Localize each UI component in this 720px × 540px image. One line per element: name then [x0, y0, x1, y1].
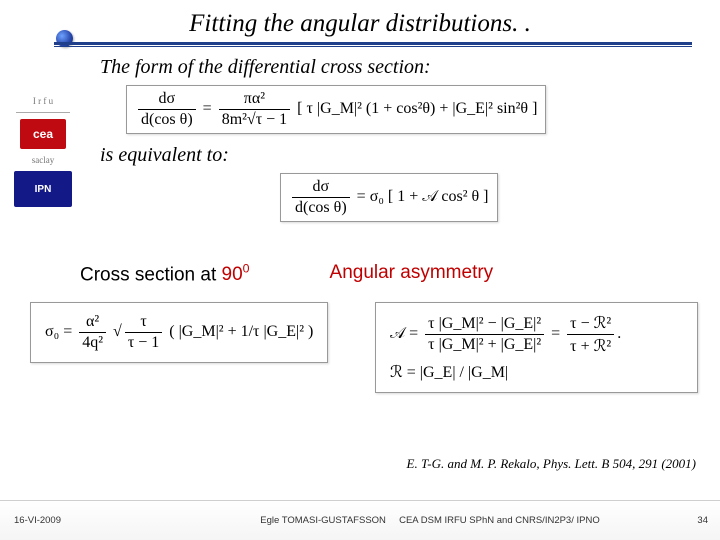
R-rhs: |G_E| / |G_M|: [420, 364, 508, 381]
sigma0-pref-den: 4q²: [79, 332, 106, 352]
sigma0-root-den: τ − 1: [125, 332, 162, 352]
eq1-pref-den: 8m²√τ − 1: [219, 109, 290, 129]
sigma0-paren: ( |G_M|² + 1/τ |G_E|² ): [169, 323, 313, 340]
A-den: τ |G_M|² + |G_E|²: [425, 334, 544, 354]
col-asym: 𝒜 = τ |G_M|² − |G_E|² τ |G_M|² + |G_E|² …: [375, 296, 698, 403]
logo-saclay: saclay: [32, 155, 55, 165]
reference: E. T-G. and M. P. Rekalo, Phys. Lett. B …: [407, 456, 696, 472]
footer-author: Egle TOMASI-GUSTAFSSON: [260, 515, 386, 526]
section-cross-label: Cross section at: [80, 264, 222, 285]
page-title: Fitting the angular distributions. .: [28, 10, 692, 42]
equation-differential-cross-section: dσ d(cos θ) = πα² 8m²√τ − 1 [ τ |G_M|² (…: [126, 85, 546, 134]
A-den2: τ + ℛ²: [567, 334, 614, 356]
logo-cea: cea: [20, 119, 66, 149]
prose-line-2: is equivalent to:: [100, 144, 700, 167]
logo-sep: [16, 112, 70, 113]
eq1-lhs-num: dσ: [138, 90, 196, 109]
eq2-lhs-den: d(cos θ): [292, 197, 350, 217]
footer-page-number: 34: [697, 515, 708, 526]
equation-asymmetry: 𝒜 = τ |G_M|² − |G_E|² τ |G_M|² + |G_E|² …: [375, 302, 698, 393]
eq1-lhs-den: d(cos θ): [138, 109, 196, 129]
eq1-bracket: [ τ |G_M|² (1 + cos²θ) + |G_E|² sin²θ ]: [297, 100, 537, 117]
section-cross: Cross section at 900: [80, 262, 250, 286]
section-cross-sup: 0: [243, 262, 250, 276]
section-headers: Cross section at 900 Angular asymmetry: [80, 262, 696, 286]
logo-ipn: IPN: [14, 171, 72, 207]
main-content: The form of the differential cross secti…: [100, 56, 700, 232]
eq2-sigma0: σ₀: [370, 188, 384, 205]
R-lhs: ℛ =: [390, 364, 416, 381]
logo-column: I r f u cea saclay IPN: [10, 96, 76, 207]
lower-equations: σ₀ = α² 4q² √ τ τ − 1 ( |G_M|² + 1/τ |G_…: [30, 296, 698, 403]
equation-sigma0: σ₀ = α² 4q² √ τ τ − 1 ( |G_M|² + 1/τ |G_…: [30, 302, 328, 363]
A-lhs: 𝒜 =: [390, 325, 418, 342]
section-asym: Angular asymmetry: [330, 262, 494, 286]
equation-simplified: dσ d(cos θ) = σ₀ [ 1 + 𝒜 cos² θ ]: [280, 173, 498, 222]
section-cross-exp: 90: [222, 264, 243, 285]
footer-center: Egle TOMASI-GUSTAFSSON CEA DSM IRFU SPhN…: [200, 515, 660, 526]
sigma0-lhs: σ₀ =: [45, 323, 72, 340]
A-num2: τ − ℛ²: [567, 313, 614, 334]
footer-date: 16-VI-2009: [14, 515, 61, 526]
A-num: τ |G_M|² − |G_E|²: [425, 315, 544, 334]
sigma0-root-num: τ: [125, 313, 162, 332]
prose-line-1: The form of the differential cross secti…: [100, 56, 700, 79]
title-underline: [28, 42, 692, 48]
logo-irfu: I r f u: [33, 96, 53, 106]
sigma0-pref-num: α²: [79, 313, 106, 332]
title-bar: Fitting the angular distributions. .: [0, 0, 720, 48]
eq1-pref-num: πα²: [219, 90, 290, 109]
footer: 16-VI-2009 Egle TOMASI-GUSTAFSSON CEA DS…: [0, 500, 720, 540]
section-asym-label: Angular asymmetry: [330, 262, 494, 283]
footer-affil: CEA DSM IRFU SPhN and CNRS/IN2P3/ IPNO: [399, 515, 600, 526]
eq2-bracket: [ 1 + 𝒜 cos² θ ]: [388, 188, 489, 205]
col-sigma0: σ₀ = α² 4q² √ τ τ − 1 ( |G_M|² + 1/τ |G_…: [30, 296, 353, 373]
eq2-lhs-num: dσ: [292, 178, 350, 197]
